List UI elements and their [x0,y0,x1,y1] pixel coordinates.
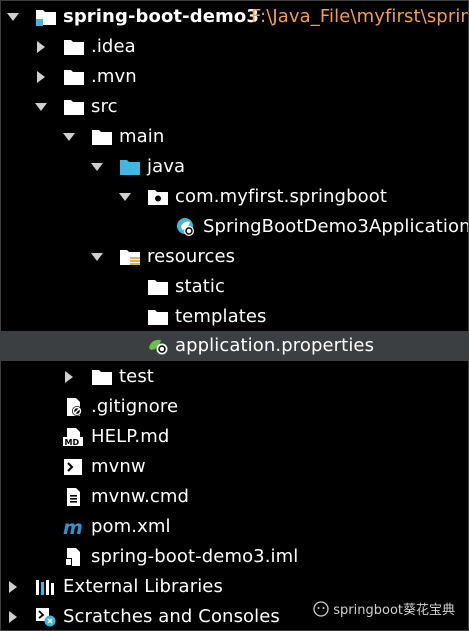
tree-row-mvnw[interactable]: mvnw [1,452,468,482]
tree-row-project-root[interactable]: spring-boot-demo3 F:\Java_File\myfirst\s… [1,2,469,32]
chevron-down-icon[interactable] [34,99,48,115]
folder-icon [64,100,84,115]
tree-row-app-class[interactable]: SpringBootDemo3Application [1,212,469,242]
source-folder-icon [120,160,140,175]
folder-label-idea: .idea [91,36,136,57]
spring-boot-class-icon [177,218,194,236]
file-label-help: HELP.md [91,426,170,447]
tree-row-mvn[interactable]: .mvn [1,62,468,92]
tree-row-help[interactable]: MD HELP.md [1,422,468,452]
folder-icon [92,130,112,145]
chevron-right-icon[interactable] [6,579,20,595]
file-label-properties: application.properties [175,335,375,356]
label-scratches: Scratches and Consoles [63,606,280,627]
tree-row-iml[interactable]: spring-boot-demo3.iml [1,542,468,572]
chevron-right-icon[interactable] [62,369,76,385]
folder-icon [64,70,84,85]
folder-label-mvn: .mvn [91,66,137,87]
folder-label-src: src [91,96,118,117]
libraries-icon [36,580,54,595]
project-path: F:\Java_File\myfirst\spring [251,6,469,27]
tree-row-mvnw-cmd[interactable]: mvnw.cmd [1,482,468,512]
chevron-right-icon[interactable] [6,609,20,625]
ignore-file-icon [67,398,82,416]
watermark-text: springboot葵花宝典 [333,603,455,618]
tree-row-main[interactable]: main [1,122,468,152]
folder-label-test: test [119,366,154,387]
text-file-icon [67,488,80,506]
package-icon [148,190,168,205]
folder-icon [148,280,168,295]
file-label-mvnw-cmd: mvnw.cmd [91,486,190,507]
chevron-down-icon[interactable] [90,159,104,175]
folder-label-java: java [147,156,186,177]
folder-icon [148,310,168,325]
class-label-app: SpringBootDemo3Application [203,216,469,237]
tree-row-src[interactable]: src [1,92,468,122]
chevron-down-icon[interactable] [90,249,104,265]
tree-row-gitignore[interactable]: .gitignore [1,392,468,422]
folder-label-static: static [175,276,226,297]
maven-icon: m [63,517,83,537]
folder-label-resources: resources [147,246,236,267]
module-folder-icon [36,10,56,26]
folder-icon [64,40,84,55]
chevron-down-icon[interactable] [6,9,20,25]
package-label: com.myfirst.springboot [175,186,387,207]
tree-row-package[interactable]: com.myfirst.springboot [1,182,468,212]
svg-text:m: m [63,517,83,537]
svg-text:MD: MD [65,438,80,447]
file-label-gitignore: .gitignore [91,396,179,417]
file-label-mvnw: mvnw [91,456,146,477]
iml-file-icon [65,548,80,566]
folder-label-main: main [119,126,165,147]
tree-row-resources[interactable]: resources [1,242,468,272]
chevron-right-icon[interactable] [34,69,48,85]
wechat-icon [313,601,329,617]
chevron-down-icon[interactable] [62,129,76,145]
tree-row-test[interactable]: test [1,362,468,392]
chevron-down-icon[interactable] [118,189,132,205]
watermark: springboot葵花宝典 [313,601,455,621]
tree-row-java[interactable]: java [1,152,468,182]
chevron-right-icon[interactable] [34,39,48,55]
shell-script-icon [64,459,82,475]
spring-properties-icon [149,339,168,355]
tree-row-idea[interactable]: .idea [1,32,468,62]
folder-icon [92,370,112,385]
tree-row-pom[interactable]: m pom.xml [1,512,468,542]
file-label-iml: spring-boot-demo3.iml [91,546,299,567]
scratches-icon [36,608,56,627]
folder-label-templates: templates [175,306,267,327]
file-label-pom: pom.xml [91,516,171,537]
project-tree-panel: spring-boot-demo3 F:\Java_File\myfirst\s… [0,0,469,631]
tree-row-static[interactable]: static [1,272,468,302]
markdown-file-icon: MD [63,428,83,447]
tree-row-external-libraries[interactable]: External Libraries [1,572,468,602]
project-name: spring-boot-demo3 [63,6,259,27]
label-external-libraries: External Libraries [63,576,223,597]
tree-row-templates[interactable]: templates [1,302,468,332]
resources-folder-icon [120,250,140,265]
tree-row-properties[interactable]: application.properties [1,331,468,361]
